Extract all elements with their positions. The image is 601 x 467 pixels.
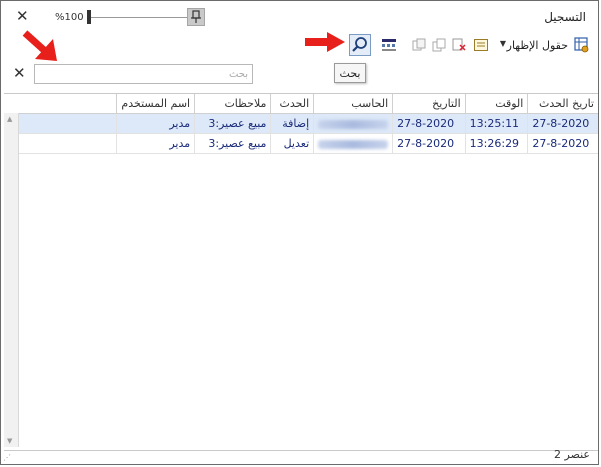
cell-notes[interactable]: مبيع عصير:3 <box>194 133 271 154</box>
arrow-down-right-icon <box>22 30 57 61</box>
log-table: تاريخ الحدث الوقت التاريخ الحاسب الحدث م… <box>4 94 598 154</box>
item-count: 2 عنصر <box>554 448 590 461</box>
cell-computer[interactable] <box>313 133 393 154</box>
zoom-level: %100 <box>55 12 84 23</box>
search-tooltip: بحث <box>334 63 366 83</box>
cell-computer[interactable] <box>313 113 393 134</box>
toolbar: حقول الإظهار ▼ <box>1 33 598 59</box>
title-bar: التسجيل ✕ %100 <box>1 1 598 31</box>
log-grid: تاريخ الحدث الوقت التاريخ الحاسب الحدث م… <box>4 93 598 451</box>
scroll-up-icon[interactable]: ▲ <box>7 115 12 123</box>
cell-notes[interactable]: مبيع عصير:3 <box>194 113 271 134</box>
cell-user-name[interactable]: مدير <box>116 113 195 134</box>
search-button[interactable] <box>349 34 371 56</box>
blurred-computer-name <box>318 119 389 129</box>
pin-button[interactable] <box>187 8 205 26</box>
column-header-filler <box>4 94 117 114</box>
zoom-slider-track[interactable] <box>87 17 187 18</box>
table-row[interactable]: 27-8-2020 13:25:11 27-8-2020 إضافة مبيع … <box>4 113 598 134</box>
search-icon <box>352 37 367 52</box>
vertical-scrollbar[interactable]: ▲ ▼ <box>4 113 19 447</box>
form-icon[interactable] <box>473 37 489 53</box>
cell-time[interactable]: 13:25:11 <box>464 113 528 134</box>
column-header-computer[interactable]: الحاسب <box>313 94 393 114</box>
chevron-down-icon[interactable]: ▼ <box>500 39 506 48</box>
clear-search-button[interactable]: ✕ <box>13 64 26 82</box>
column-header-date[interactable]: التاريخ <box>392 94 466 114</box>
resize-grip-icon[interactable]: ⋰ <box>3 453 11 462</box>
fields-icon[interactable] <box>574 37 590 53</box>
scroll-down-icon[interactable]: ▼ <box>7 437 12 445</box>
search-input[interactable] <box>34 64 253 84</box>
zoom-slider-thumb[interactable] <box>87 10 91 24</box>
column-header-event-date[interactable]: تاريخ الحدث <box>527 94 598 114</box>
log-window: التسجيل ✕ %100 حقول الإظهار ▼ بحث ✕ بحث … <box>0 0 599 465</box>
cell-date[interactable]: 27-8-2020 <box>392 133 466 154</box>
copy-icon[interactable] <box>431 37 447 53</box>
cell-event-date[interactable]: 27-8-2020 <box>527 113 598 134</box>
column-header-event[interactable]: الحدث <box>270 94 314 114</box>
cell-filler <box>4 113 117 134</box>
columns-icon[interactable] <box>381 37 397 53</box>
column-header-time[interactable]: الوقت <box>464 94 528 114</box>
cell-event[interactable]: تعديل <box>270 133 314 154</box>
blurred-computer-name <box>318 139 389 149</box>
delete-icon[interactable] <box>451 37 467 53</box>
pin-icon <box>191 10 201 23</box>
cell-event-date[interactable]: 27-8-2020 <box>527 133 598 154</box>
paste-icon[interactable] <box>411 37 427 53</box>
cell-event[interactable]: إضافة <box>270 113 314 134</box>
column-header-user-name[interactable]: اسم المستخدم <box>116 94 195 114</box>
fields-menu-button[interactable]: حقول الإظهار <box>507 39 568 52</box>
window-title: التسجيل <box>544 10 586 24</box>
arrow-right-icon <box>305 32 345 52</box>
cell-user-name[interactable]: مدير <box>116 133 195 154</box>
table-header-row: تاريخ الحدث الوقت التاريخ الحاسب الحدث م… <box>4 94 598 114</box>
table-row[interactable]: 27-8-2020 13:26:29 27-8-2020 تعديل مبيع … <box>4 133 598 154</box>
column-header-notes[interactable]: ملاحظات <box>194 94 271 114</box>
cell-time[interactable]: 13:26:29 <box>464 133 528 154</box>
cell-date[interactable]: 27-8-2020 <box>392 113 466 134</box>
close-window-button[interactable]: ✕ <box>16 7 29 25</box>
cell-filler <box>4 133 117 154</box>
